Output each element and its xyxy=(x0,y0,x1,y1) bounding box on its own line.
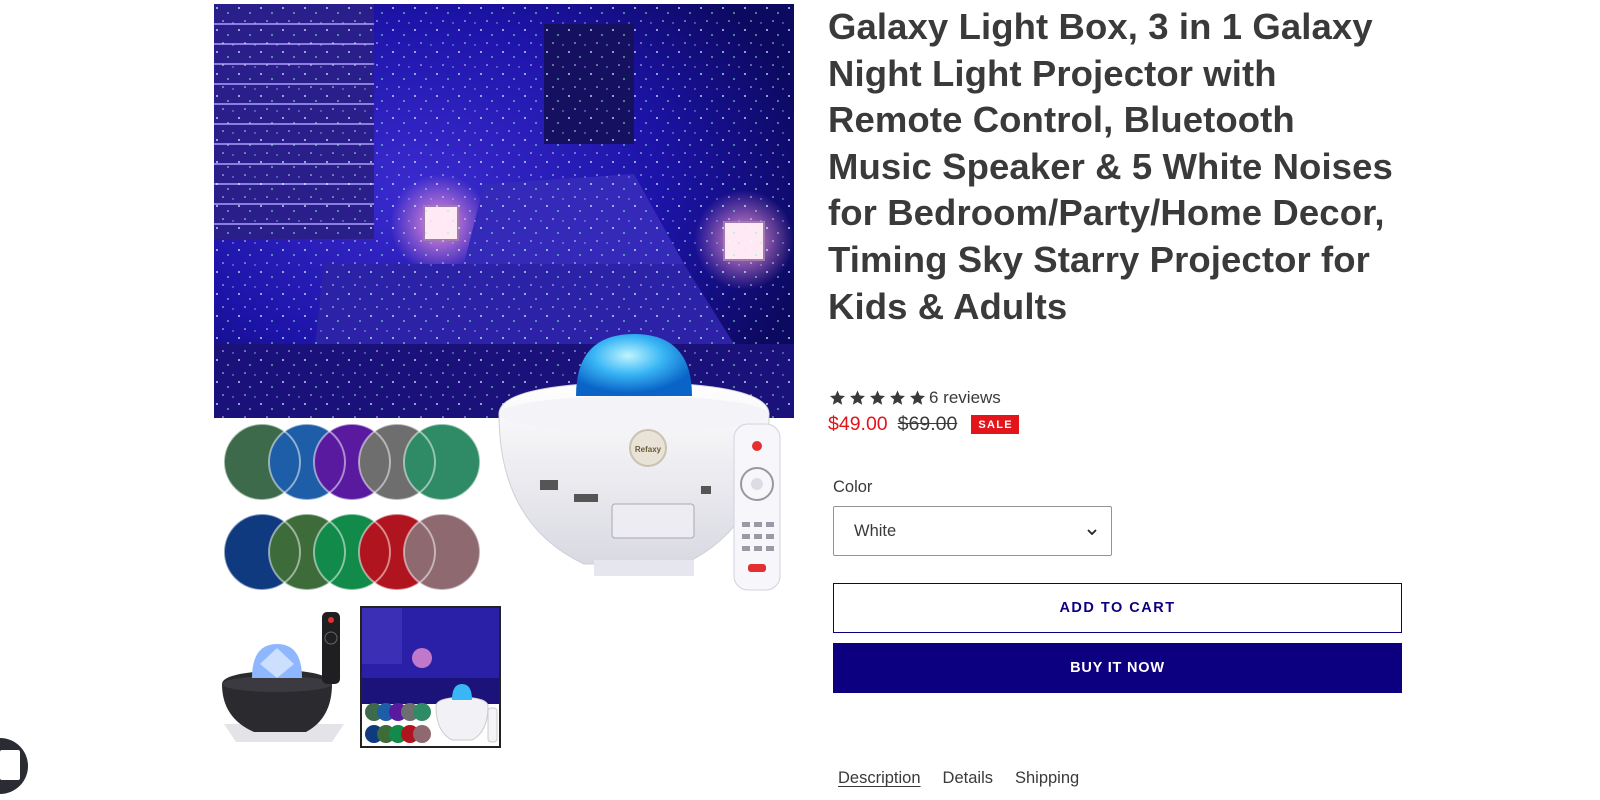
color-select[interactable]: White xyxy=(833,506,1112,556)
tab-description[interactable]: Description xyxy=(838,769,921,788)
sale-badge: SALE xyxy=(971,414,1019,434)
product-title: Galaxy Light Box, 3 in 1 Galaxy Night Li… xyxy=(828,6,1393,327)
main-product-image[interactable]: Refaxy xyxy=(214,4,794,592)
tab-shipping[interactable]: Shipping xyxy=(1015,769,1079,788)
device-brand-text: Refaxy xyxy=(635,445,662,454)
chat-button[interactable] xyxy=(0,738,28,794)
color-select-value: White xyxy=(854,522,897,540)
price-row: $49.00 $69.00 SALE xyxy=(828,411,1019,437)
rating-stars xyxy=(828,389,927,407)
regular-price: $69.00 xyxy=(897,412,958,435)
color-option-label: Color xyxy=(833,478,873,496)
tab-details[interactable]: Details xyxy=(943,769,993,788)
add-to-cart-button[interactable]: ADD TO CART xyxy=(833,583,1402,633)
thumbnail-black-projector[interactable] xyxy=(214,606,355,748)
star-icon xyxy=(850,390,865,405)
chevron-down-icon xyxy=(1087,529,1097,536)
thumbnail-white-projector[interactable] xyxy=(360,606,501,748)
star-icon xyxy=(890,390,905,405)
star-icon xyxy=(870,390,885,405)
sale-price: $49.00 xyxy=(828,412,888,435)
buy-now-button[interactable]: BUY IT NOW xyxy=(833,643,1402,693)
star-icon xyxy=(830,390,845,405)
chat-icon xyxy=(0,750,20,780)
product-tabs: Description Details Shipping xyxy=(838,769,1079,788)
reviews-link[interactable]: 6 reviews xyxy=(929,388,1001,408)
star-icon xyxy=(910,390,925,405)
product-rating: 6 reviews xyxy=(828,387,1001,409)
